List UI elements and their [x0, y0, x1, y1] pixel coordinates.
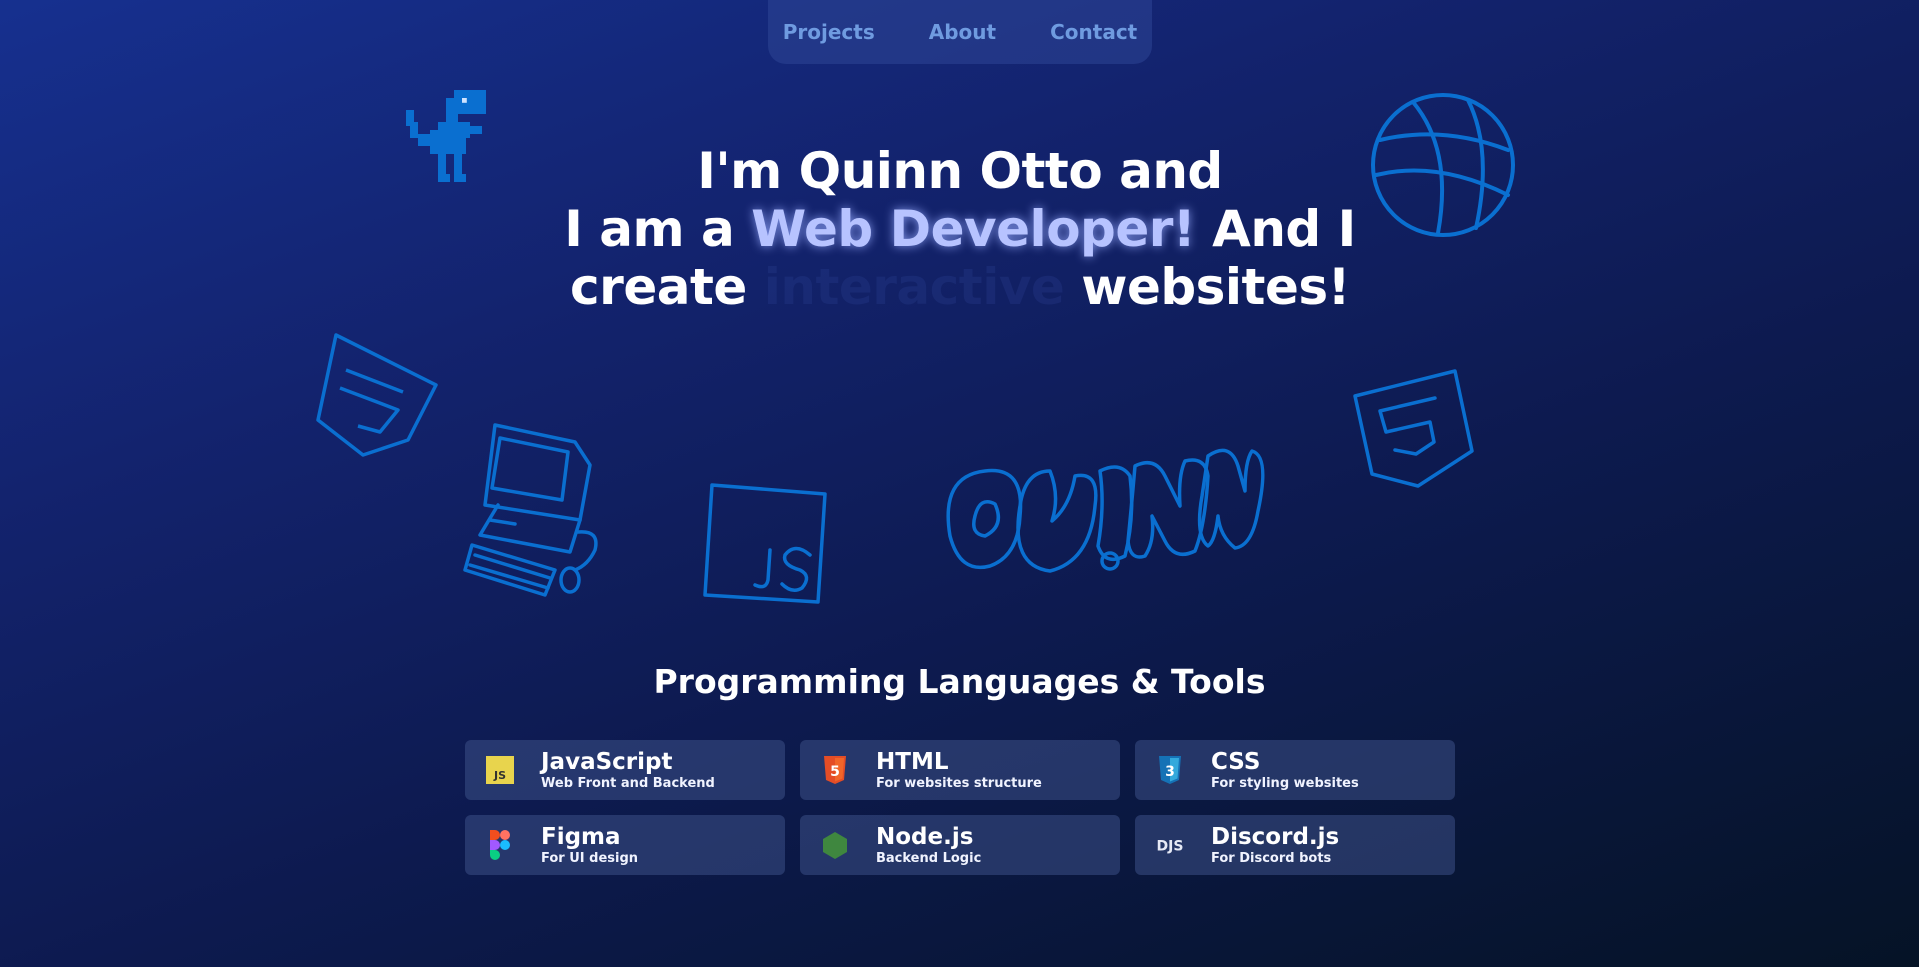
- tool-name: JavaScript: [541, 748, 673, 775]
- tool-desc: Web Front and Backend: [541, 775, 715, 791]
- tool-name: Discord.js: [1211, 823, 1340, 850]
- tool-desc: For UI design: [541, 850, 639, 866]
- nav-contact[interactable]: Contact: [1050, 20, 1137, 44]
- figma-icon: [485, 830, 515, 860]
- hero-line-2: I am a Web Developer! And I: [564, 200, 1356, 258]
- nav-projects[interactable]: Projects: [783, 20, 875, 44]
- tool-desc: Backend Logic: [876, 850, 982, 866]
- svg-text:3: 3: [1165, 764, 1175, 780]
- tool-card-figma[interactable]: Figma For UI design: [465, 815, 785, 875]
- computer-icon: [460, 420, 610, 600]
- tool-name: CSS: [1211, 748, 1261, 775]
- typed-word: interactive: [763, 258, 1065, 316]
- tool-desc: For websites structure: [876, 775, 1042, 791]
- tool-name: Figma: [541, 823, 621, 850]
- tool-name: HTML: [876, 748, 949, 775]
- hero-heading: I'm Quinn Otto and I am a Web Developer!…: [560, 142, 1360, 316]
- discordjs-icon: DJS: [1155, 830, 1185, 860]
- nav-about[interactable]: About: [929, 20, 996, 44]
- tool-card-discordjs[interactable]: DJS Discord.js For Discord bots: [1135, 815, 1455, 875]
- tool-card-javascript[interactable]: JS JavaScript Web Front and Backend: [465, 740, 785, 800]
- css-shield-icon: [308, 330, 438, 460]
- svg-text:5: 5: [830, 764, 840, 780]
- basketball-icon: [1368, 90, 1518, 240]
- tool-card-html[interactable]: 5 HTML For websites structure: [800, 740, 1120, 800]
- quinn-graffiti: [940, 436, 1265, 601]
- role-highlight: Web Developer!: [751, 200, 1196, 258]
- javascript-icon: JS: [485, 755, 515, 785]
- dino-icon: [406, 90, 502, 182]
- tools-section-title: Programming Languages & Tools: [653, 662, 1266, 701]
- tool-desc: For styling websites: [1211, 775, 1359, 791]
- hero-line-1: I'm Quinn Otto and: [697, 142, 1223, 200]
- hero-line-3: create interactive websites!: [570, 258, 1350, 316]
- tool-card-css[interactable]: 3 CSS For styling websites: [1135, 740, 1455, 800]
- svg-text:DJS: DJS: [1156, 839, 1183, 855]
- html5-icon: 5: [820, 755, 850, 785]
- top-nav: Projects About Contact: [768, 0, 1152, 64]
- tool-card-nodejs[interactable]: Node.js Backend Logic: [800, 815, 1120, 875]
- tool-desc: For Discord bots: [1211, 850, 1332, 866]
- tools-grid: JS JavaScript Web Front and Backend 5 HT…: [465, 740, 1455, 875]
- css3-icon: 3: [1155, 755, 1185, 785]
- js-box-icon: [700, 480, 830, 605]
- nodejs-icon: [820, 830, 850, 860]
- svg-text:JS: JS: [493, 769, 506, 782]
- tool-name: Node.js: [876, 823, 974, 850]
- html-shield-icon: [1350, 366, 1475, 491]
